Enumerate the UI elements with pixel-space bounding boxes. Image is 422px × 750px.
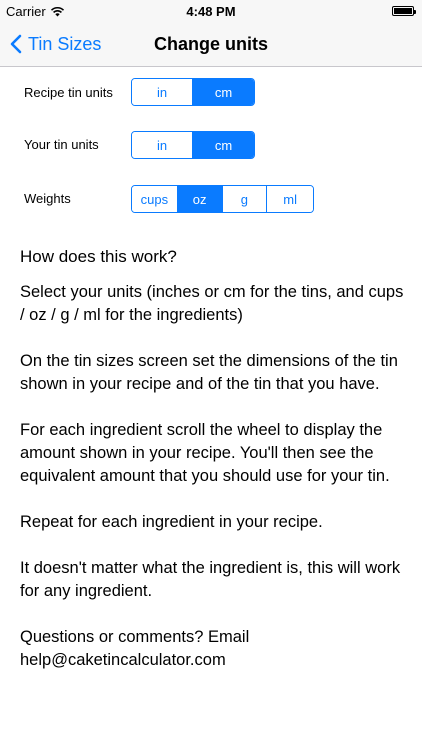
help-heading: How does this work? bbox=[20, 247, 177, 266]
weights-label: Weights bbox=[24, 191, 71, 206]
battery-icon bbox=[392, 6, 416, 16]
recipe-tin-units-control: in cm bbox=[131, 78, 255, 106]
your-tin-units-in[interactable]: in bbox=[132, 132, 194, 158]
recipe-tin-units-in[interactable]: in bbox=[132, 79, 194, 105]
recipe-tin-units-cm[interactable]: cm bbox=[193, 79, 254, 105]
navigation-bar: Tin Sizes Change units bbox=[0, 22, 422, 67]
your-tin-units-cm[interactable]: cm bbox=[193, 132, 254, 158]
help-content: How does this work? Select your units (i… bbox=[20, 244, 410, 672]
weights-control: cups oz g ml bbox=[131, 185, 314, 213]
your-tin-units-label: Your tin units bbox=[24, 137, 99, 152]
help-paragraph-units: Select your units (inches or cm for the … bbox=[20, 283, 404, 324]
your-tin-units-control: in cm bbox=[131, 131, 255, 159]
help-paragraph-any-ingredient: It doesn't matter what the ingredient is… bbox=[20, 559, 401, 600]
contact-email-link[interactable]: help@caketincalculator.com bbox=[20, 651, 226, 669]
weights-oz[interactable]: oz bbox=[177, 186, 223, 212]
help-paragraph-tin-sizes: On the tin sizes screen set the dimensio… bbox=[20, 352, 398, 393]
help-paragraph-ingredients: For each ingredient scroll the wheel to … bbox=[20, 421, 390, 485]
chevron-left-icon bbox=[10, 34, 22, 54]
contact-prompt: Questions or comments? Email bbox=[20, 628, 250, 646]
help-paragraph-repeat: Repeat for each ingredient in your recip… bbox=[20, 513, 323, 531]
back-button-label: Tin Sizes bbox=[28, 33, 102, 54]
help-contact: Questions or comments? Email help@caketi… bbox=[20, 626, 410, 672]
weights-ml[interactable]: ml bbox=[267, 186, 313, 212]
status-bar: Carrier 4:48 PM bbox=[0, 0, 422, 22]
weights-g[interactable]: g bbox=[222, 186, 268, 212]
weights-cups[interactable]: cups bbox=[132, 186, 178, 212]
battery-level bbox=[394, 8, 412, 14]
status-time: 4:48 PM bbox=[186, 4, 236, 19]
recipe-tin-units-label: Recipe tin units bbox=[24, 85, 113, 100]
back-button[interactable]: Tin Sizes bbox=[10, 22, 101, 66]
